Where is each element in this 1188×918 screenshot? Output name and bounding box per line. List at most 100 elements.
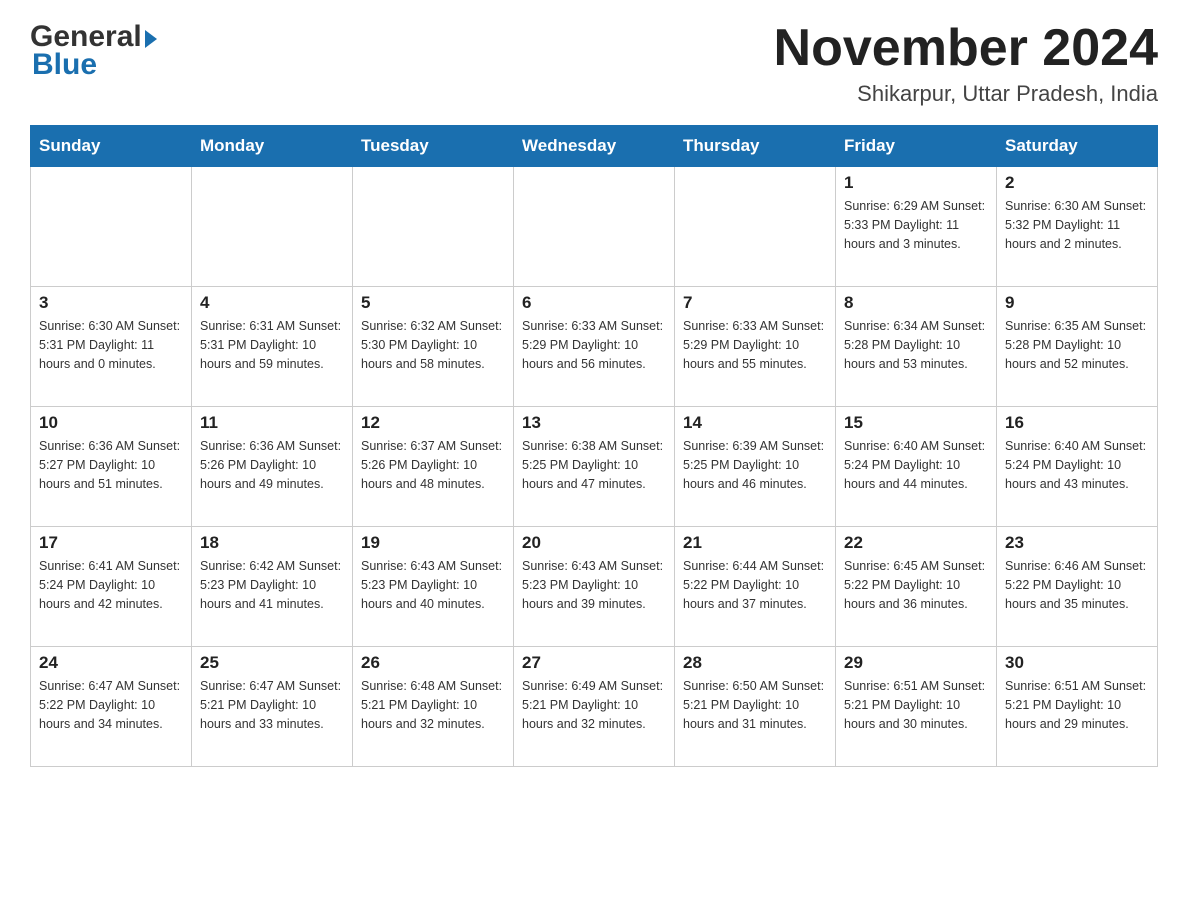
calendar-cell — [514, 167, 675, 287]
day-info: Sunrise: 6:50 AM Sunset: 5:21 PM Dayligh… — [683, 677, 827, 733]
day-number: 17 — [39, 533, 183, 553]
calendar-week-row: 3 Sunrise: 6:30 AM Sunset: 5:31 PM Daylig… — [31, 287, 1158, 407]
day-info: Sunrise: 6:35 AM Sunset: 5:28 PM Dayligh… — [1005, 317, 1149, 373]
calendar-cell: 13 Sunrise: 6:38 AM Sunset: 5:25 PM Dayli… — [514, 407, 675, 527]
day-number: 14 — [683, 413, 827, 433]
day-number: 7 — [683, 293, 827, 313]
day-info: Sunrise: 6:36 AM Sunset: 5:26 PM Dayligh… — [200, 437, 344, 493]
day-number: 10 — [39, 413, 183, 433]
day-info: Sunrise: 6:30 AM Sunset: 5:32 PM Dayligh… — [1005, 197, 1149, 253]
day-of-week-header: Tuesday — [353, 126, 514, 167]
day-info: Sunrise: 6:47 AM Sunset: 5:21 PM Dayligh… — [200, 677, 344, 733]
day-number: 22 — [844, 533, 988, 553]
day-info: Sunrise: 6:33 AM Sunset: 5:29 PM Dayligh… — [683, 317, 827, 373]
calendar-cell: 18Sunrise: 6:42 AM Sunset: 5:23 PM Dayli… — [192, 527, 353, 647]
day-number: 12 — [361, 413, 505, 433]
day-info: Sunrise: 6:41 AM Sunset: 5:24 PM Dayligh… — [39, 557, 183, 613]
day-info: Sunrise: 6:31 AM Sunset: 5:31 PM Dayligh… — [200, 317, 344, 373]
day-number: 2 — [1005, 173, 1149, 193]
calendar-cell: 4Sunrise: 6:31 AM Sunset: 5:31 PM Daylig… — [192, 287, 353, 407]
calendar-cell: 19 Sunrise: 6:43 AM Sunset: 5:23 PM Dayli… — [353, 527, 514, 647]
day-info: Sunrise: 6:42 AM Sunset: 5:23 PM Dayligh… — [200, 557, 344, 613]
location-text: Shikarpur, Uttar Pradesh, India — [774, 81, 1158, 107]
calendar-cell: 20Sunrise: 6:43 AM Sunset: 5:23 PM Dayli… — [514, 527, 675, 647]
logo-blue-text: Blue — [32, 48, 157, 82]
day-number: 3 — [39, 293, 183, 313]
day-info: Sunrise: 6:30 AM Sunset: 5:31 PM Dayligh… — [39, 317, 183, 373]
day-of-week-header: Wednesday — [514, 126, 675, 167]
calendar-cell: 29Sunrise: 6:51 AM Sunset: 5:21 PM Dayli… — [836, 647, 997, 767]
day-number: 16 — [1005, 413, 1149, 433]
calendar-cell: 8 Sunrise: 6:34 AM Sunset: 5:28 PM Daylig… — [836, 287, 997, 407]
day-number: 15 — [844, 413, 988, 433]
day-info: Sunrise: 6:43 AM Sunset: 5:23 PM Dayligh… — [361, 557, 505, 613]
calendar-cell — [192, 167, 353, 287]
day-of-week-header: Saturday — [997, 126, 1158, 167]
calendar-week-row: 10 Sunrise: 6:36 AM Sunset: 5:27 PM Dayli… — [31, 407, 1158, 527]
day-info: Sunrise: 6:29 AM Sunset: 5:33 PM Dayligh… — [844, 197, 988, 253]
day-info: Sunrise: 6:40 AM Sunset: 5:24 PM Dayligh… — [844, 437, 988, 493]
day-number: 28 — [683, 653, 827, 673]
day-number: 9 — [1005, 293, 1149, 313]
day-number: 13 — [522, 413, 666, 433]
day-info: Sunrise: 6:38 AM Sunset: 5:25 PM Dayligh… — [522, 437, 666, 493]
day-number: 21 — [683, 533, 827, 553]
day-of-week-header: Sunday — [31, 126, 192, 167]
calendar-cell: 3 Sunrise: 6:30 AM Sunset: 5:31 PM Daylig… — [31, 287, 192, 407]
calendar-cell: 10 Sunrise: 6:36 AM Sunset: 5:27 PM Dayli… — [31, 407, 192, 527]
calendar-cell: 22 Sunrise: 6:45 AM Sunset: 5:22 PM Dayli… — [836, 527, 997, 647]
calendar-header-row: SundayMondayTuesdayWednesdayThursdayFrid… — [31, 126, 1158, 167]
page-header: General Blue November 2024 Shikarpur, Ut… — [30, 20, 1158, 107]
calendar-cell: 11 Sunrise: 6:36 AM Sunset: 5:26 PM Dayli… — [192, 407, 353, 527]
calendar-cell: 9 Sunrise: 6:35 AM Sunset: 5:28 PM Daylig… — [997, 287, 1158, 407]
day-number: 19 — [361, 533, 505, 553]
day-number: 5 — [361, 293, 505, 313]
day-number: 1 — [844, 173, 988, 193]
day-of-week-header: Thursday — [675, 126, 836, 167]
calendar-cell: 27Sunrise: 6:49 AM Sunset: 5:21 PM Dayli… — [514, 647, 675, 767]
logo-arrow-icon — [145, 30, 157, 48]
calendar-week-row: 1 Sunrise: 6:29 AM Sunset: 5:33 PM Daylig… — [31, 167, 1158, 287]
calendar-cell: 16Sunrise: 6:40 AM Sunset: 5:24 PM Dayli… — [997, 407, 1158, 527]
calendar-cell: 26Sunrise: 6:48 AM Sunset: 5:21 PM Dayli… — [353, 647, 514, 767]
calendar-cell: 23Sunrise: 6:46 AM Sunset: 5:22 PM Dayli… — [997, 527, 1158, 647]
month-year-heading: November 2024 — [774, 20, 1158, 77]
calendar-cell — [675, 167, 836, 287]
calendar-cell: 14 Sunrise: 6:39 AM Sunset: 5:25 PM Dayli… — [675, 407, 836, 527]
day-info: Sunrise: 6:32 AM Sunset: 5:30 PM Dayligh… — [361, 317, 505, 373]
calendar-cell — [353, 167, 514, 287]
day-number: 11 — [200, 413, 344, 433]
day-info: Sunrise: 6:45 AM Sunset: 5:22 PM Dayligh… — [844, 557, 988, 613]
calendar-cell: 12 Sunrise: 6:37 AM Sunset: 5:26 PM Dayli… — [353, 407, 514, 527]
day-number: 25 — [200, 653, 344, 673]
calendar-week-row: 17 Sunrise: 6:41 AM Sunset: 5:24 PM Dayli… — [31, 527, 1158, 647]
day-number: 24 — [39, 653, 183, 673]
day-number: 6 — [522, 293, 666, 313]
day-info: Sunrise: 6:48 AM Sunset: 5:21 PM Dayligh… — [361, 677, 505, 733]
calendar-table: SundayMondayTuesdayWednesdayThursdayFrid… — [30, 125, 1158, 767]
day-info: Sunrise: 6:39 AM Sunset: 5:25 PM Dayligh… — [683, 437, 827, 493]
calendar-cell — [31, 167, 192, 287]
calendar-cell: 28 Sunrise: 6:50 AM Sunset: 5:21 PM Dayli… — [675, 647, 836, 767]
day-number: 30 — [1005, 653, 1149, 673]
calendar-cell: 25 Sunrise: 6:47 AM Sunset: 5:21 PM Dayli… — [192, 647, 353, 767]
day-info: Sunrise: 6:33 AM Sunset: 5:29 PM Dayligh… — [522, 317, 666, 373]
day-number: 23 — [1005, 533, 1149, 553]
day-number: 29 — [844, 653, 988, 673]
calendar-cell: 15 Sunrise: 6:40 AM Sunset: 5:24 PM Dayli… — [836, 407, 997, 527]
day-info: Sunrise: 6:49 AM Sunset: 5:21 PM Dayligh… — [522, 677, 666, 733]
day-info: Sunrise: 6:43 AM Sunset: 5:23 PM Dayligh… — [522, 557, 666, 613]
day-number: 8 — [844, 293, 988, 313]
calendar-cell: 6 Sunrise: 6:33 AM Sunset: 5:29 PM Daylig… — [514, 287, 675, 407]
day-info: Sunrise: 6:36 AM Sunset: 5:27 PM Dayligh… — [39, 437, 183, 493]
day-info: Sunrise: 6:34 AM Sunset: 5:28 PM Dayligh… — [844, 317, 988, 373]
day-info: Sunrise: 6:51 AM Sunset: 5:21 PM Dayligh… — [1005, 677, 1149, 733]
day-of-week-header: Monday — [192, 126, 353, 167]
title-area: November 2024 Shikarpur, Uttar Pradesh, … — [774, 20, 1158, 107]
calendar-cell: 2 Sunrise: 6:30 AM Sunset: 5:32 PM Daylig… — [997, 167, 1158, 287]
calendar-cell: 5 Sunrise: 6:32 AM Sunset: 5:30 PM Daylig… — [353, 287, 514, 407]
calendar-week-row: 24Sunrise: 6:47 AM Sunset: 5:22 PM Dayli… — [31, 647, 1158, 767]
calendar-cell: 21Sunrise: 6:44 AM Sunset: 5:22 PM Dayli… — [675, 527, 836, 647]
day-info: Sunrise: 6:37 AM Sunset: 5:26 PM Dayligh… — [361, 437, 505, 493]
calendar-cell: 1 Sunrise: 6:29 AM Sunset: 5:33 PM Daylig… — [836, 167, 997, 287]
